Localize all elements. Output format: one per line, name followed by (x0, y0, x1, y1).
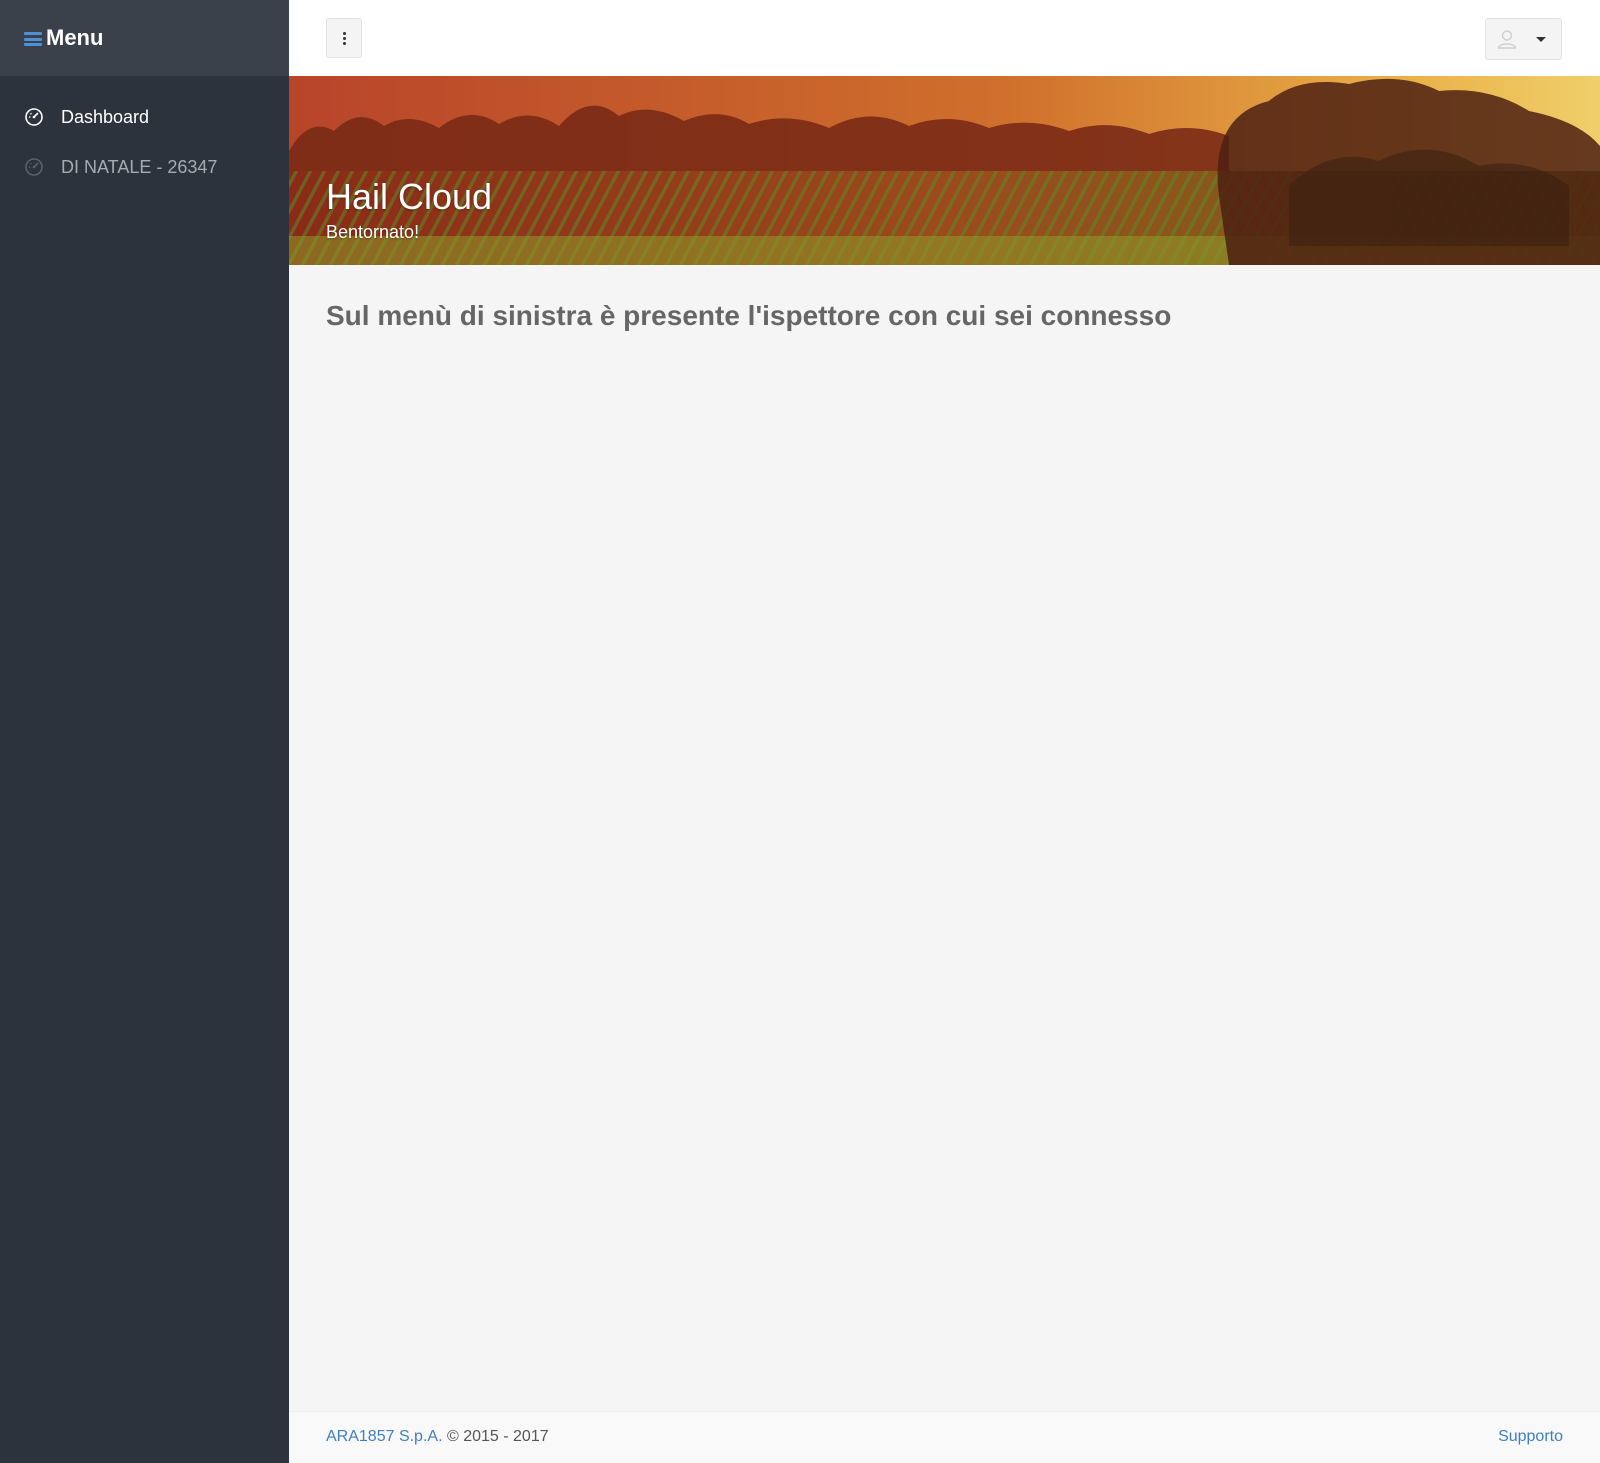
footer: ARA1857 S.p.A. © 2015 - 2017 Supporto (289, 1411, 1600, 1463)
sidebar-item-label: DI NATALE - 26347 (61, 156, 218, 177)
hero-banner: Hail Cloud Bentornato! (289, 76, 1600, 265)
banner-subtitle: Bentornato! (326, 222, 420, 242)
vineyard-banner-image (289, 76, 1600, 265)
hamburger-menu-icon[interactable] (24, 32, 42, 46)
dashboard-gauge-icon (24, 157, 44, 177)
page-heading: Sul menù di sinistra è presente l'ispett… (326, 300, 1172, 331)
dashboard-gauge-icon (24, 107, 44, 127)
user-icon (1496, 28, 1518, 50)
sidebar-item-label: Dashboard (61, 106, 150, 127)
caret-down-icon (1536, 36, 1546, 42)
user-menu-button[interactable] (1485, 18, 1562, 60)
sidebar-item-dashboard[interactable]: Dashboard (0, 92, 289, 142)
copyright-text: © 2015 - 2017 (446, 1428, 549, 1445)
sidebar-item-inspector[interactable]: DI NATALE - 26347 (0, 142, 289, 192)
banner-title: Hail Cloud (326, 176, 493, 217)
vertical-dots-icon (342, 31, 346, 35)
sidebar: Menu Dashboard DI NATALE - 26347 (0, 0, 289, 1463)
topbar (289, 0, 1600, 76)
menu-title: Menu (46, 25, 104, 50)
more-options-button[interactable] (326, 18, 362, 58)
footer-copyright: ARA1857 S.p.A. © 2015 - 2017 (326, 1428, 549, 1446)
sidebar-header[interactable]: Menu (0, 0, 289, 76)
support-link[interactable]: Supporto (1498, 1428, 1563, 1445)
company-link[interactable]: ARA1857 S.p.A. (326, 1428, 443, 1445)
footer-support: Supporto (1498, 1428, 1563, 1446)
sidebar-nav: Dashboard DI NATALE - 26347 (0, 76, 289, 192)
